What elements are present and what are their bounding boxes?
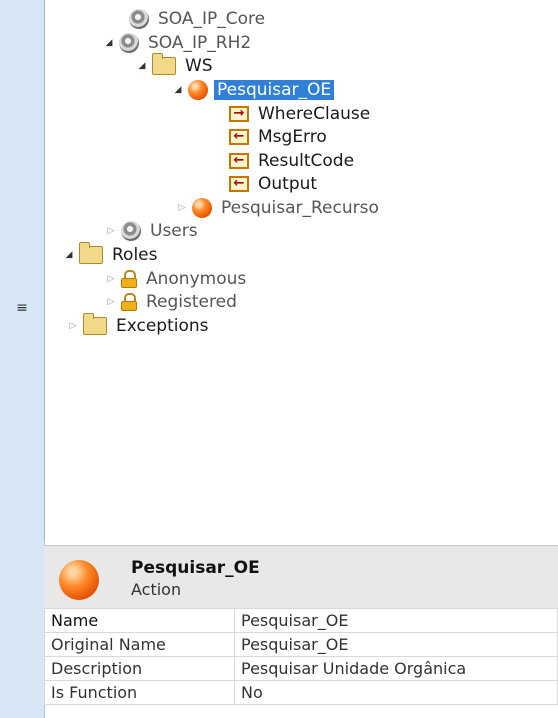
reference-module-icon (121, 221, 141, 241)
tree-node-label: Pesquisar_Recurso (221, 198, 379, 218)
tree-node-exceptions[interactable]: ▷ Exceptions (67, 313, 212, 337)
reference-module-icon (119, 33, 139, 53)
output-parameter-icon: ← (229, 129, 249, 145)
tree-node-soa-ip-core[interactable]: SOA_IP_Core (113, 8, 268, 30)
property-row[interactable]: Is Function No (44, 680, 558, 705)
lock-icon (121, 270, 137, 288)
selection-type: Action (131, 580, 182, 599)
tree-node-pesquisar-recurso[interactable]: ▷ Pesquisar_Recurso (176, 197, 382, 219)
tree-node-label: SOA_IP_RH2 (148, 33, 252, 53)
tree-node-whereclause[interactable]: → WhereClause (229, 103, 373, 125)
tree-node-anonymous[interactable]: ▷ Anonymous (105, 268, 249, 290)
action-icon (59, 560, 99, 600)
input-parameter-icon: → (229, 106, 249, 122)
property-name: Description (44, 656, 235, 681)
reference-module-icon (129, 9, 149, 29)
action-icon (192, 198, 212, 218)
tree-node-label: Roles (112, 245, 158, 265)
output-parameter-icon: ← (229, 153, 249, 169)
tree-node-label: SOA_IP_Core (158, 9, 266, 29)
tree-node-label: Anonymous (146, 269, 247, 289)
property-name: Original Name (44, 632, 235, 657)
property-row[interactable]: Original Name Pesquisar_OE (44, 632, 558, 657)
tree-node-label: Exceptions (116, 316, 209, 336)
property-name: Is Function (44, 680, 235, 705)
property-value[interactable]: Pesquisar Unidade Orgânica (234, 656, 558, 681)
collapsed-arrow-icon[interactable]: ▷ (176, 197, 188, 219)
property-row[interactable]: Description Pesquisar Unidade Orgânica (44, 656, 558, 681)
property-value[interactable]: Pesquisar_OE (234, 608, 558, 633)
property-value[interactable]: No (234, 680, 558, 705)
collapsed-arrow-icon[interactable]: ▷ (105, 220, 117, 242)
collapsed-arrow-icon[interactable]: ▷ (105, 268, 117, 290)
tree-node-label: MsgErro (258, 127, 327, 147)
expanded-arrow-icon[interactable]: ◢ (172, 79, 184, 101)
tree-node-label: Users (150, 221, 198, 241)
module-tree: SOA_IP_Core ◢ SOA_IP_RH2 ◢ WS ◢ Pesquisa… (44, 0, 558, 540)
tree-node-ws[interactable]: ◢ WS (136, 53, 216, 77)
lock-icon (121, 293, 137, 311)
output-parameter-icon: ← (229, 176, 249, 192)
tree-node-resultcode[interactable]: ← ResultCode (229, 150, 357, 172)
collapsed-arrow-icon[interactable]: ▷ (105, 291, 117, 313)
tree-node-label: ResultCode (258, 151, 355, 171)
property-name: Name (44, 608, 235, 633)
expanded-arrow-icon[interactable]: ◢ (136, 55, 148, 77)
tree-node-label: Registered (146, 292, 237, 312)
expanded-arrow-icon[interactable]: ◢ (103, 32, 115, 54)
tree-node-registered[interactable]: ▷ Registered (105, 291, 240, 313)
property-row[interactable]: Name Pesquisar_OE (44, 608, 558, 633)
collapsed-arrow-icon[interactable]: ▷ (67, 315, 79, 337)
tree-node-soa-ip-rh2[interactable]: ◢ SOA_IP_RH2 (103, 32, 254, 54)
tree-node-pesquisar-oe[interactable]: ◢ Pesquisar_OE (172, 79, 335, 101)
splitter-grip-icon[interactable]: ≡ (15, 298, 29, 318)
panel-splitter[interactable]: ≡ (0, 0, 45, 718)
tree-node-roles[interactable]: ◢ Roles (63, 242, 161, 266)
folder-icon (152, 53, 176, 75)
folder-icon (83, 313, 107, 335)
tree-node-msgerro[interactable]: ← MsgErro (229, 126, 330, 148)
selection-header: Pesquisar_OE Action (44, 545, 558, 608)
tree-node-users[interactable]: ▷ Users (105, 220, 201, 242)
expanded-arrow-icon[interactable]: ◢ (63, 244, 75, 266)
tree-node-label: Output (258, 174, 318, 194)
property-value[interactable]: Pesquisar_OE (234, 632, 558, 657)
action-icon (188, 80, 208, 100)
tree-node-label: WhereClause (258, 104, 371, 124)
folder-icon (79, 242, 103, 264)
tree-node-label-selected: Pesquisar_OE (214, 80, 335, 100)
selection-title: Pesquisar_OE (131, 558, 260, 578)
properties-grid: Name Pesquisar_OE Original Name Pesquisa… (44, 608, 558, 705)
tree-node-label: WS (185, 56, 213, 76)
tree-node-output[interactable]: ← Output (229, 173, 320, 195)
